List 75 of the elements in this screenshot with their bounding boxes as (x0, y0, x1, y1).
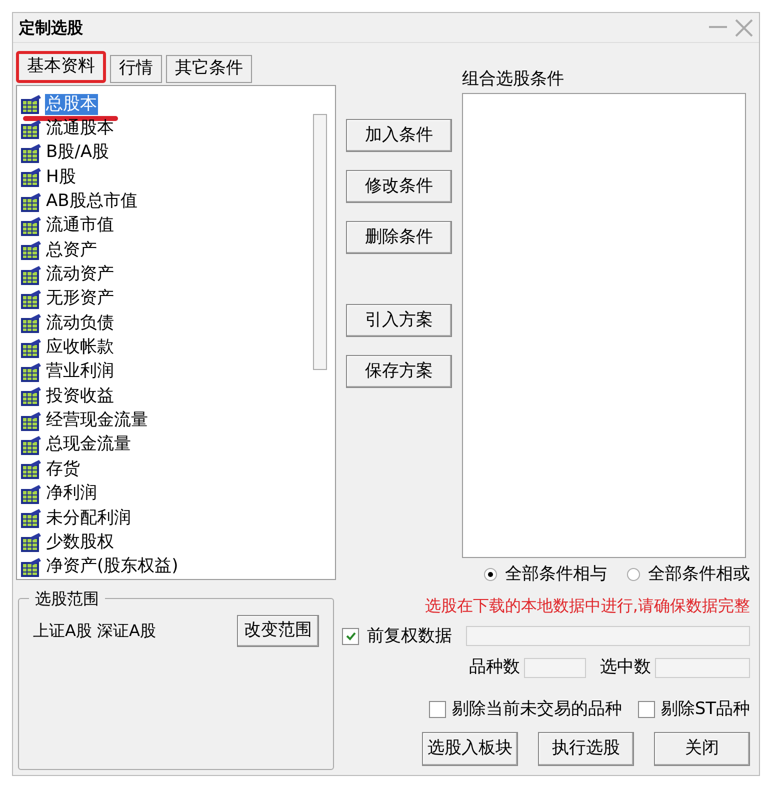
table-icon (21, 434, 43, 455)
list-item[interactable]: 总资产 (45, 240, 98, 261)
list-item[interactable]: B股/A股 (45, 142, 110, 164)
notice-text: 选股在下载的本地数据中进行,请确保数据完整 (424, 594, 750, 616)
table-icon (21, 216, 43, 236)
dialog-button[interactable]: 选股入板块 (422, 732, 518, 766)
tab[interactable]: 行情 (110, 55, 162, 83)
table-icon (21, 240, 43, 260)
list-item[interactable]: 净资产(股东权益) (45, 556, 180, 578)
dialog-button[interactable]: 删除条件 (346, 221, 452, 254)
radio-button[interactable] (627, 568, 640, 582)
dialog-button[interactable]: 保存方案 (346, 355, 452, 388)
scrollbar-thumb[interactable] (313, 114, 327, 370)
conditions-title: 组合选股条件 (462, 68, 565, 91)
table-icon (21, 484, 43, 504)
minimize-icon[interactable] (709, 26, 727, 30)
dialog-button[interactable]: 修改条件 (346, 170, 452, 203)
list-item[interactable]: 存货 (45, 458, 81, 480)
table-icon (21, 508, 43, 528)
list-item[interactable]: 少数股权 (45, 532, 115, 553)
dialog-button[interactable]: 加入条件 (346, 119, 452, 152)
text-field[interactable] (466, 626, 750, 646)
checkbox-label: 前复权数据 (367, 624, 452, 648)
tab[interactable]: 基本资料 (16, 51, 106, 83)
table-icon (21, 532, 43, 552)
list-item[interactable]: 总股本 (45, 94, 98, 115)
list-item[interactable]: 流通市值 (45, 215, 115, 236)
table-icon (21, 288, 43, 309)
tab[interactable]: 其它条件 (166, 55, 252, 83)
table-icon (21, 459, 43, 480)
table-icon (21, 338, 43, 358)
list-item[interactable]: 未分配利润 (45, 508, 132, 529)
list-item[interactable]: 应收帐款 (45, 337, 115, 358)
table-icon (21, 264, 43, 285)
window-title: 定制选股 (19, 16, 83, 38)
list-item[interactable]: H股 (45, 166, 77, 188)
table-icon (21, 94, 43, 114)
dialog-button[interactable]: 改变范围 (237, 615, 319, 647)
table-icon (21, 386, 43, 406)
table-icon (21, 556, 43, 577)
list-item[interactable]: 流动负债 (45, 312, 115, 334)
table-icon (21, 192, 43, 212)
checkbox-label: 剔除ST品种 (660, 698, 750, 720)
list-item[interactable]: 无形资产 (45, 288, 115, 310)
checkbox-label: 剔除当前未交易的品种 (452, 698, 622, 720)
table-icon (21, 167, 43, 188)
list-item[interactable]: 营业利润 (45, 361, 115, 382)
radio-label: 全部条件相或 (648, 563, 750, 586)
list-item[interactable]: 投资收益 (45, 386, 115, 407)
checkbox[interactable] (342, 628, 359, 645)
dialog-button[interactable]: 引入方案 (346, 304, 452, 337)
list-item[interactable]: 经营现金流量 (45, 410, 149, 432)
count-label: 选中数 (600, 656, 651, 679)
radio-button[interactable] (484, 568, 497, 582)
table-icon (21, 410, 43, 431)
close-icon[interactable] (735, 18, 753, 36)
list-item[interactable]: AB股总市值 (45, 191, 138, 212)
list-item[interactable]: 净利润 (45, 483, 98, 504)
list-item[interactable]: 总现金流量 (45, 434, 132, 456)
scope-text: 上证A股 深证A股 (33, 620, 156, 642)
radio-label: 全部条件相与 (505, 563, 607, 586)
count-field[interactable] (524, 658, 586, 678)
checkmark-icon (344, 630, 356, 642)
list-item[interactable]: 流通股本 (45, 118, 115, 140)
list-item[interactable]: 流动资产 (45, 264, 115, 286)
dialog-button[interactable]: 关闭 (654, 732, 750, 766)
count-field[interactable] (655, 658, 750, 678)
checkbox[interactable] (638, 700, 655, 718)
table-icon (21, 313, 43, 334)
checkbox[interactable] (428, 700, 446, 718)
dialog-button[interactable]: 执行选股 (538, 732, 634, 766)
table-icon (21, 362, 43, 382)
count-label: 品种数 (469, 656, 520, 679)
table-icon (21, 118, 43, 139)
table-icon (21, 142, 43, 163)
